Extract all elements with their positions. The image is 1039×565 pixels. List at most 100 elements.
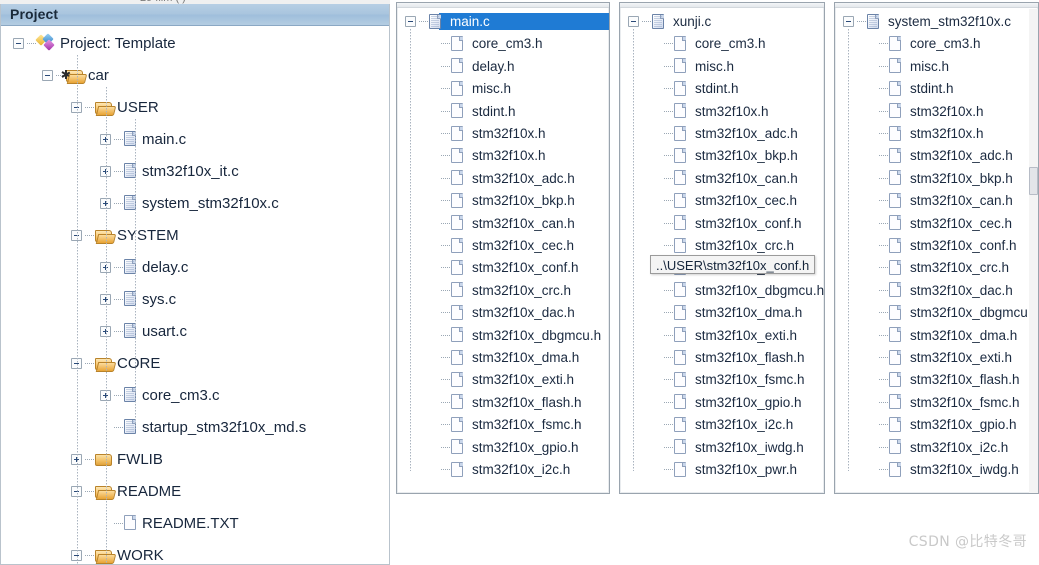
include-tree-item-label: stdint.h <box>910 81 954 97</box>
include-tree-item[interactable]: stm32f10x_exti.h <box>441 369 574 390</box>
include-tree-item[interactable]: stm32f10x.h <box>441 123 546 144</box>
project-tree[interactable]: Project: Template car USER main.c stm32f10x_… <box>1 27 389 564</box>
project-tree-item[interactable]: delay.c <box>100 256 188 278</box>
include-tree-item[interactable]: stm32f10x_flash.h <box>441 392 582 413</box>
include-tree-item[interactable]: stm32f10x_fsmc.h <box>441 414 582 435</box>
include-tree-item[interactable]: stm32f10x_conf.h <box>441 257 579 278</box>
project-tree-item[interactable]: FWLIB <box>71 448 163 470</box>
project-tree-item-label: README.TXT <box>142 514 239 532</box>
include-tree-root-item[interactable]: system_stm32f10x.c <box>843 11 1011 32</box>
include-tree-item[interactable]: stm32f10x_dac.h <box>441 302 575 323</box>
include-tree-item[interactable]: stm32f10x_gpio.h <box>441 437 579 458</box>
include-tree-item[interactable]: stm32f10x.h <box>664 101 769 122</box>
include-tree-item[interactable]: stm32f10x_cec.h <box>441 235 574 256</box>
include-tree-item[interactable]: stm32f10x_exti.h <box>879 347 1012 368</box>
project-panel: Project Project: Template car USER main.c st… <box>0 4 390 565</box>
include-tree-item[interactable]: stm32f10x_bkp.h <box>879 168 1013 189</box>
include-tree-item[interactable]: stm32f10x_can.h <box>664 168 798 189</box>
include-tree-item[interactable]: stm32f10x_dbgmcu.h <box>664 280 824 301</box>
include-tree-item[interactable]: stm32f10x_i2c.h <box>664 414 793 435</box>
include-tree-item[interactable]: stm32f10x_can.h <box>879 190 1013 211</box>
project-tree-item[interactable]: main.c <box>100 128 186 150</box>
include-tree-item[interactable]: stm32f10x_crc.h <box>441 280 571 301</box>
include-tree-item[interactable]: stm32f10x_fsmc.h <box>879 392 1020 413</box>
include-tree-item[interactable]: stm32f10x_i2c.h <box>441 459 570 480</box>
include-tree-root-item[interactable]: xunji.c <box>628 11 711 32</box>
project-tree-item[interactable]: system_stm32f10x.c <box>100 192 279 214</box>
project-tree-item[interactable]: sys.c <box>100 288 176 310</box>
vertical-scrollbar-track[interactable] <box>1029 9 1038 493</box>
include-tree-item[interactable]: misc.h <box>441 78 511 99</box>
include-tree-item[interactable]: stm32f10x_iwdg.h <box>879 459 1019 480</box>
project-tree-item[interactable]: car <box>42 64 109 86</box>
include-tree-item[interactable]: stm32f10x_dma.h <box>441 347 579 368</box>
include-list[interactable]: main.c core_cm3.h delay.h misc.h stdint.h stm… <box>397 9 609 493</box>
include-tree-item[interactable]: delay.h <box>441 56 515 77</box>
project-tree-item[interactable]: README.TXT <box>100 512 239 534</box>
include-tree-item[interactable]: stm32f10x_cec.h <box>879 213 1012 234</box>
include-tree-item[interactable]: stm32f10x_dma.h <box>664 302 802 323</box>
include-tree-item[interactable]: stm32f10x_adc.h <box>664 123 798 144</box>
include-tree-item[interactable]: stm32f10x.h <box>441 145 546 166</box>
tree-connector <box>441 222 450 224</box>
include-tree-item[interactable]: misc.h <box>879 56 949 77</box>
include-tree-item[interactable]: stm32f10x_crc.h <box>879 257 1009 278</box>
include-tree-item[interactable]: stm32f10x_conf.h <box>664 213 802 234</box>
project-tree-item[interactable]: startup_stm32f10x_md.s <box>100 416 306 438</box>
collapse-icon[interactable] <box>405 16 416 27</box>
tree-connector <box>879 424 888 426</box>
include-tree-item[interactable]: stm32f10x_gpio.h <box>879 414 1017 435</box>
vertical-scrollbar-thumb[interactable] <box>1029 167 1038 195</box>
include-tree-item[interactable]: stm32f10x_conf.h <box>879 235 1017 256</box>
include-tree-item[interactable]: stm32f10x_fsmc.h <box>664 369 805 390</box>
include-tree-item[interactable]: stm32f10x_crc.h <box>664 235 794 256</box>
include-tree-root-item[interactable]: main.c <box>405 11 490 32</box>
include-tree-item[interactable]: stm32f10x_iwdg.h <box>664 437 804 458</box>
project-tree-item[interactable]: README <box>71 480 181 502</box>
collapse-icon[interactable] <box>42 69 53 81</box>
include-tree-item[interactable]: stm32f10x_dac.h <box>879 280 1013 301</box>
include-tree-item[interactable]: core_cm3.h <box>441 33 543 54</box>
include-tree-item[interactable]: stm32f10x_adc.h <box>879 145 1013 166</box>
include-tree-item[interactable]: stm32f10x_dbgmcu.h <box>879 302 1038 323</box>
tree-connector <box>85 554 94 556</box>
system-include-tree-panel[interactable]: system_stm32f10x.c core_cm3.h misc.h stdint… <box>834 2 1039 494</box>
project-tree-item[interactable]: CORE <box>71 352 160 374</box>
collapse-icon[interactable] <box>628 16 639 27</box>
include-tree-item[interactable]: stm32f10x_dma.h <box>879 325 1017 346</box>
project-tree-item[interactable]: stm32f10x_it.c <box>100 160 239 182</box>
xunji-include-tree-panel[interactable]: xunji.c core_cm3.h misc.h stdint.h stm32f10x… <box>619 2 825 494</box>
include-list[interactable]: xunji.c core_cm3.h misc.h stdint.h stm32f10x… <box>620 9 824 493</box>
include-tree-item[interactable]: stm32f10x_bkp.h <box>441 190 575 211</box>
include-tree-item[interactable]: core_cm3.h <box>664 33 766 54</box>
project-tree-item[interactable]: SYSTEM <box>71 224 179 246</box>
include-tree-item[interactable]: stm32f10x_flash.h <box>664 347 805 368</box>
include-list[interactable]: system_stm32f10x.c core_cm3.h misc.h stdint… <box>835 9 1038 493</box>
project-tree-item[interactable]: core_cm3.c <box>100 384 220 406</box>
include-tree-item[interactable]: stm32f10x.h <box>879 101 984 122</box>
include-tree-item[interactable]: core_cm3.h <box>879 33 981 54</box>
include-tree-item[interactable]: stm32f10x_can.h <box>441 213 575 234</box>
project-tree-item[interactable]: Project: Template <box>13 32 176 54</box>
collapse-icon[interactable] <box>13 37 24 49</box>
include-tree-item[interactable]: stm32f10x_pwr.h <box>664 459 797 480</box>
include-tree-item[interactable]: stm32f10x_cec.h <box>664 190 797 211</box>
project-tree-item[interactable]: WORK <box>71 544 164 564</box>
include-tree-item[interactable]: stdint.h <box>441 101 516 122</box>
include-tree-item[interactable]: stm32f10x_gpio.h <box>664 392 802 413</box>
include-tree-item[interactable]: misc.h <box>664 56 734 77</box>
include-tree-item[interactable]: stdint.h <box>879 78 954 99</box>
main-include-tree-panel[interactable]: main.c core_cm3.h delay.h misc.h stdint.h stm… <box>396 2 610 494</box>
project-tree-item[interactable]: usart.c <box>100 320 187 342</box>
header-file-icon <box>451 192 464 209</box>
include-tree-item[interactable]: stm32f10x_adc.h <box>441 168 575 189</box>
include-tree-item[interactable]: stm32f10x_exti.h <box>664 325 797 346</box>
include-tree-item[interactable]: stdint.h <box>664 78 739 99</box>
include-tree-item[interactable]: stm32f10x_bkp.h <box>664 145 798 166</box>
include-tree-item[interactable]: stm32f10x_i2c.h <box>879 437 1008 458</box>
project-tree-item[interactable]: USER <box>71 96 159 118</box>
include-tree-item[interactable]: stm32f10x.h <box>879 123 984 144</box>
collapse-icon[interactable] <box>843 16 854 27</box>
include-tree-item[interactable]: stm32f10x_dbgmcu.h <box>441 325 601 346</box>
include-tree-item[interactable]: stm32f10x_flash.h <box>879 369 1020 390</box>
